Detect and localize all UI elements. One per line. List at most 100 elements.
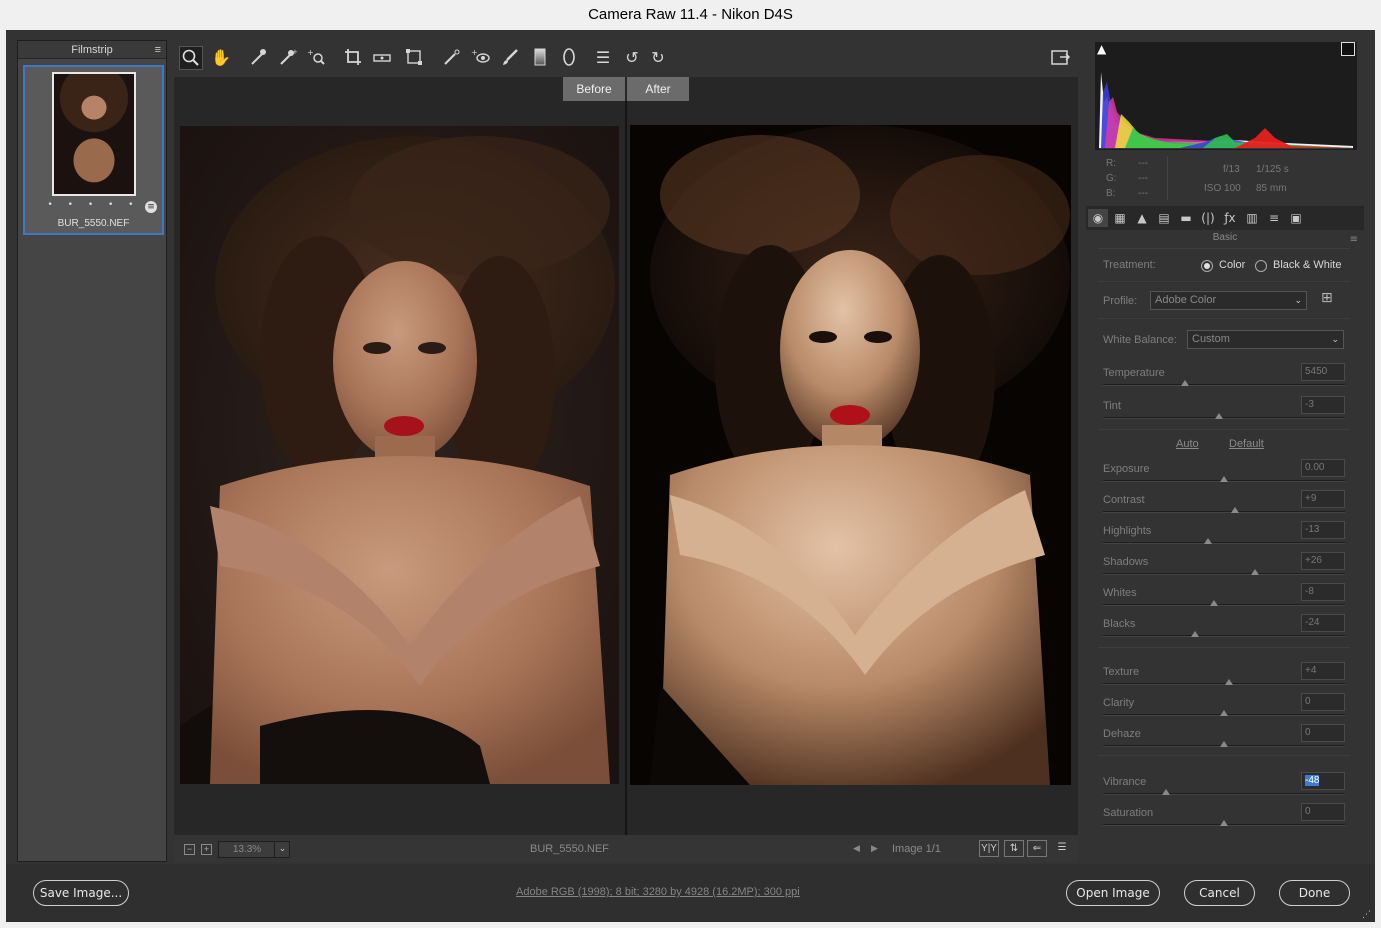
straighten-tool-icon[interactable] — [370, 46, 394, 70]
slider-thumb[interactable] — [1220, 710, 1228, 716]
spot-removal-tool-icon[interactable] — [440, 46, 464, 70]
tab-calibration-icon[interactable]: ▥ — [1242, 209, 1262, 227]
tab-hsl-icon[interactable]: ▤ — [1154, 209, 1174, 227]
slider-temperature[interactable]: Temperature 5450 — [1103, 363, 1345, 397]
red-eye-tool-icon[interactable]: + — [469, 46, 493, 70]
zoom-in-button[interactable]: + — [201, 844, 212, 855]
slider-thumb[interactable] — [1161, 789, 1170, 795]
swap-settings-icon[interactable]: ⇅ — [1004, 840, 1024, 857]
slider-thumb[interactable] — [1190, 631, 1199, 637]
slider-texture[interactable]: Texture +4 — [1103, 662, 1345, 696]
slider-value-field[interactable]: 0 — [1301, 724, 1345, 742]
rotate-cw-icon[interactable]: ↻ — [646, 46, 670, 70]
slider-thumb[interactable] — [1224, 679, 1233, 685]
tab-lens-icon[interactable]: (|) — [1198, 209, 1218, 227]
slider-value-field[interactable]: 0 — [1301, 693, 1345, 711]
slider-vibrance[interactable]: Vibrance -48 — [1103, 772, 1345, 806]
panel-menu-icon[interactable]: ≡ — [1350, 234, 1358, 245]
zoom-out-button[interactable]: − — [184, 844, 195, 855]
filmstrip-menu-icon[interactable]: ≡ — [155, 44, 161, 56]
slider-track[interactable] — [1103, 417, 1345, 419]
slider-track[interactable] — [1103, 384, 1345, 386]
tab-detail-icon[interactable]: ▲ — [1132, 209, 1152, 227]
white-balance-select[interactable]: Custom ⌄ — [1187, 330, 1344, 349]
slider-value-field[interactable]: -48 — [1301, 772, 1345, 790]
workflow-options-link[interactable]: Adobe RGB (1998); 8 bit; 3280 by 4928 (1… — [516, 886, 800, 898]
graduated-filter-tool-icon[interactable] — [528, 46, 552, 70]
slider-shadows[interactable]: Shadows +26 — [1103, 552, 1345, 586]
view-settings-icon[interactable]: ☰ — [1052, 840, 1072, 857]
tab-split-toning-icon[interactable]: ▬ — [1176, 209, 1196, 227]
color-sampler-tool-icon[interactable]: + — [275, 46, 299, 70]
slider-value-field[interactable]: 0.00 — [1301, 459, 1345, 477]
tab-tone-curve-icon[interactable]: ▦ — [1110, 209, 1130, 227]
profile-browser-icon[interactable]: ⊞ — [1321, 290, 1333, 306]
slider-track[interactable] — [1103, 604, 1345, 606]
slider-thumb[interactable] — [1204, 538, 1213, 544]
bw-radio-button[interactable] — [1255, 260, 1267, 272]
slider-track[interactable] — [1103, 573, 1345, 575]
done-button[interactable]: Done — [1279, 880, 1350, 906]
zoom-dropdown-icon[interactable]: ⌄ — [274, 841, 290, 858]
after-label[interactable]: After — [627, 77, 689, 101]
slider-thumb[interactable] — [1181, 380, 1190, 386]
slider-dehaze[interactable]: Dehaze 0 — [1103, 724, 1345, 758]
slider-value-field[interactable]: 0 — [1301, 803, 1345, 821]
zoom-tool-icon[interactable] — [179, 46, 203, 70]
slider-thumb[interactable] — [1215, 413, 1224, 419]
slider-thumb[interactable] — [1251, 569, 1260, 575]
after-photo[interactable] — [630, 125, 1071, 785]
targeted-adjustment-tool-icon[interactable]: + — [304, 46, 328, 70]
slider-thumb[interactable] — [1220, 476, 1228, 482]
slider-value-field[interactable]: +9 — [1301, 490, 1345, 508]
cancel-button[interactable]: Cancel — [1184, 880, 1255, 906]
open-image-button[interactable]: Open Image — [1066, 880, 1160, 906]
auto-link[interactable]: Auto — [1176, 438, 1199, 450]
slider-thumb[interactable] — [1210, 600, 1219, 606]
slider-value-field[interactable]: -24 — [1301, 614, 1345, 632]
radial-filter-tool-icon[interactable] — [557, 46, 581, 70]
resize-grip-icon[interactable]: ⋰ — [1362, 910, 1371, 920]
slider-tint[interactable]: Tint -3 — [1103, 396, 1345, 430]
preferences-list-icon[interactable]: ☰ — [591, 46, 615, 70]
slider-contrast[interactable]: Contrast +9 — [1103, 490, 1345, 524]
slider-value-field[interactable]: -13 — [1301, 521, 1345, 539]
copy-settings-icon[interactable]: ⇐ — [1027, 840, 1047, 857]
before-photo[interactable] — [180, 126, 619, 784]
slider-thumb[interactable] — [1220, 820, 1228, 826]
tab-basic-icon[interactable]: ◉ — [1088, 209, 1108, 227]
tab-effects-icon[interactable]: ƒx — [1220, 209, 1240, 227]
slider-highlights[interactable]: Highlights -13 — [1103, 521, 1345, 555]
crop-tool-icon[interactable] — [341, 46, 365, 70]
rotate-ccw-icon[interactable]: ↺ — [620, 46, 644, 70]
slider-thumb[interactable] — [1220, 741, 1228, 747]
slider-thumb[interactable] — [1230, 507, 1239, 513]
profile-select[interactable]: Adobe Color ⌄ — [1150, 291, 1307, 310]
filmstrip-thumbnail[interactable]: • • • • • ≡ BUR_5550.NEF — [23, 65, 164, 235]
tab-presets-icon[interactable]: ≡ — [1264, 209, 1284, 227]
slider-value-field[interactable]: 5450 — [1301, 363, 1345, 381]
hand-tool-icon[interactable]: ✋ — [209, 46, 233, 70]
fullscreen-icon[interactable] — [1048, 46, 1072, 70]
save-image-button[interactable]: Save Image... — [33, 880, 129, 906]
next-image-icon[interactable]: ▶ — [871, 843, 878, 854]
color-radio-button[interactable] — [1201, 260, 1213, 272]
slider-value-field[interactable]: -8 — [1301, 583, 1345, 601]
slider-clarity[interactable]: Clarity 0 — [1103, 693, 1345, 727]
before-after-views-icon[interactable]: Y|Y — [979, 840, 999, 857]
white-balance-tool-icon[interactable] — [246, 46, 270, 70]
tab-snapshots-icon[interactable]: ▣ — [1286, 209, 1306, 227]
slider-track[interactable] — [1103, 542, 1345, 544]
slider-track[interactable] — [1103, 511, 1345, 513]
rating-dots[interactable]: • • • • • — [25, 200, 162, 210]
adjustment-brush-tool-icon[interactable] — [498, 46, 522, 70]
slider-value-field[interactable]: +26 — [1301, 552, 1345, 570]
before-label[interactable]: Before — [563, 77, 625, 101]
transform-tool-icon[interactable] — [402, 46, 426, 70]
slider-value-field[interactable]: +4 — [1301, 662, 1345, 680]
slider-blacks[interactable]: Blacks -24 — [1103, 614, 1345, 648]
slider-exposure[interactable]: Exposure 0.00 — [1103, 459, 1345, 493]
slider-saturation[interactable]: Saturation 0 — [1103, 803, 1345, 837]
slider-whites[interactable]: Whites -8 — [1103, 583, 1345, 617]
prev-image-icon[interactable]: ◀ — [853, 843, 860, 854]
